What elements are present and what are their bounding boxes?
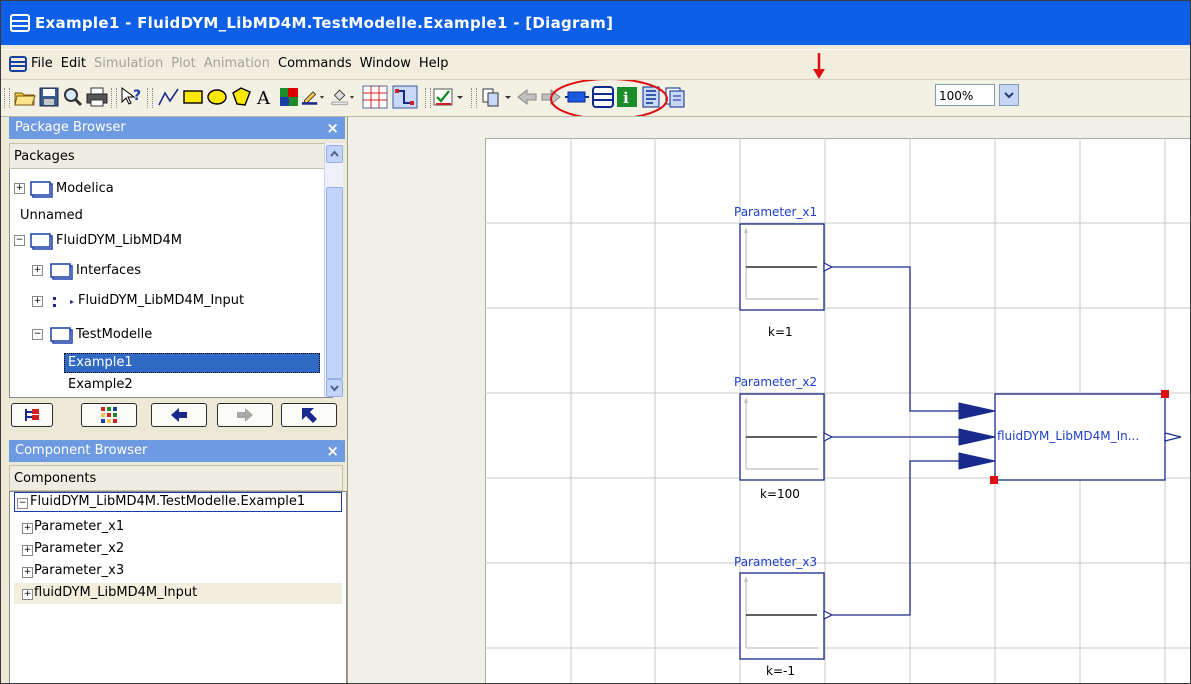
app-window: Example1 - FluidDYM_LibMD4M.TestModelle.… (0, 0, 1191, 684)
parameter-block-3[interactable] (739, 572, 834, 660)
selection-handle[interactable] (990, 476, 998, 484)
parameter-block-2[interactable] (739, 393, 834, 481)
block-label-parameter-x1: Parameter_x1 (734, 205, 818, 219)
fluiddym-block-label: fluidDYM_LibMD4M_In... (997, 429, 1140, 443)
block-label-parameter-x2: Parameter_x2 (734, 375, 818, 389)
connection-line[interactable] (832, 460, 959, 616)
selection-handle[interactable] (1161, 390, 1169, 398)
connection-line[interactable] (832, 266, 959, 412)
parameter-block-1[interactable] (739, 223, 834, 311)
block-param-k-minus-1: k=-1 (766, 664, 795, 678)
block-param-k1: k=1 (768, 325, 793, 339)
diagram-canvas[interactable] (1, 1, 1191, 684)
block-label-parameter-x3: Parameter_x3 (734, 555, 818, 569)
block-param-k100: k=100 (760, 487, 800, 501)
